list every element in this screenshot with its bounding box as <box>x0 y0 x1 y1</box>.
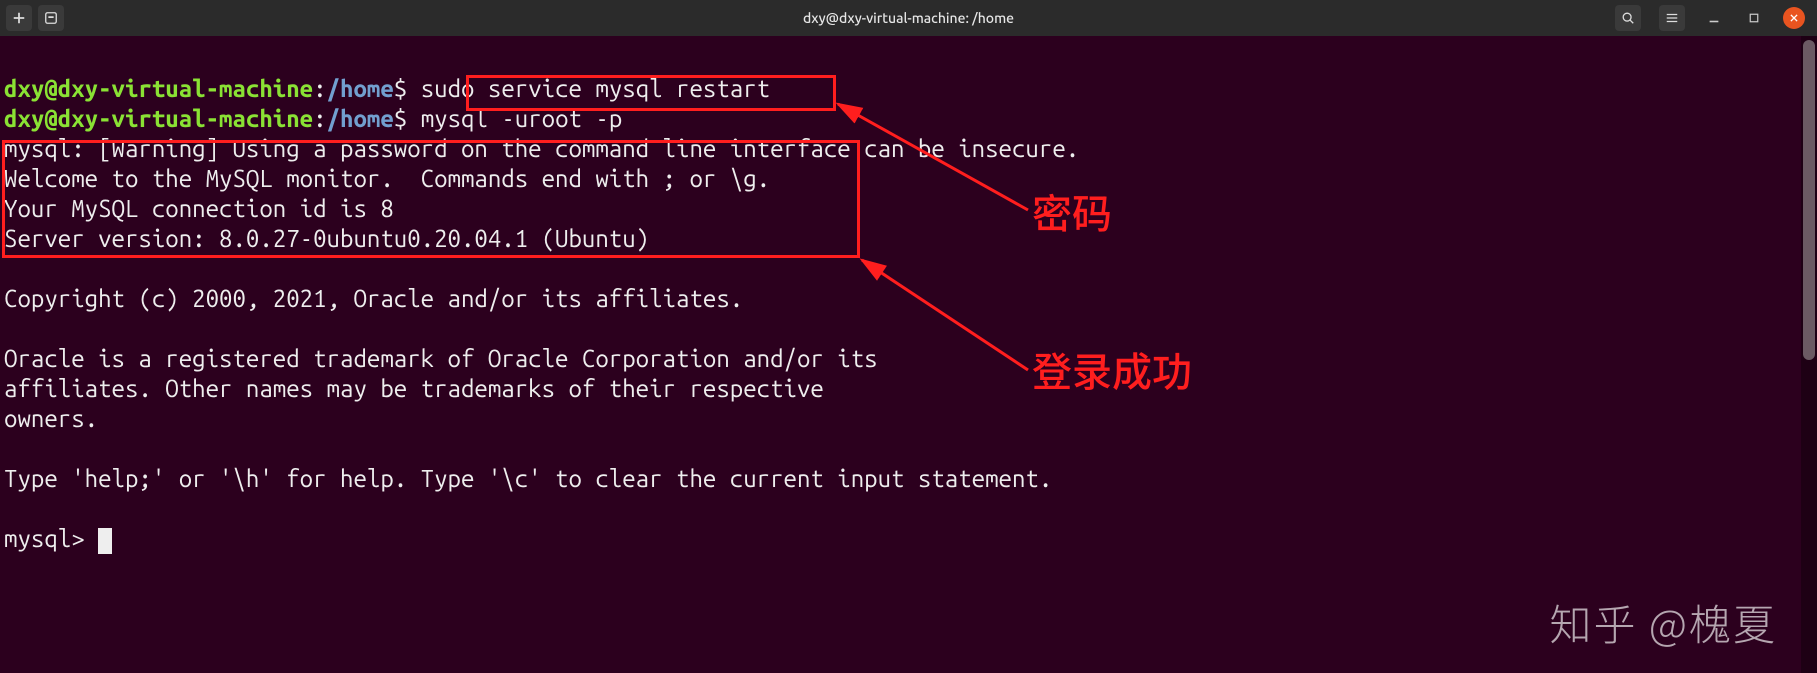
watermark: 知乎 @槐夏 <box>1549 592 1777 653</box>
cursor-icon <box>98 528 112 554</box>
output-welcome: Welcome to the MySQL monitor. Commands e… <box>4 165 770 192</box>
command-1: sudo service mysql restart <box>421 75 770 102</box>
terminal-area[interactable]: dxy@dxy-virtual-machine:/home$ sudo serv… <box>0 36 1817 673</box>
prompt-line-1: dxy@dxy-virtual-machine:/home$ sudo serv… <box>4 75 770 102</box>
titlebar-right-controls <box>1615 5 1811 31</box>
prompt-userhost-2: dxy@dxy-virtual-machine <box>4 105 313 132</box>
search-button[interactable] <box>1615 5 1641 31</box>
prompt-sigil: $ <box>394 75 407 102</box>
annotation-label-password: 密码 <box>1032 182 1112 240</box>
mysql-prompt: mysql> <box>4 525 98 552</box>
scrollbar-thumb[interactable] <box>1803 40 1815 360</box>
prompt-path: /home <box>327 75 394 102</box>
output-tm-1: Oracle is a registered trademark of Orac… <box>4 345 878 372</box>
maximize-button[interactable] <box>1743 7 1765 29</box>
minimize-button[interactable] <box>1703 7 1725 29</box>
command-2: mysql -uroot -p <box>421 105 623 132</box>
output-tm-2: affiliates. Other names may be trademark… <box>4 375 824 402</box>
hamburger-menu-button[interactable] <box>1659 5 1685 31</box>
titlebar-icon-button[interactable] <box>38 5 64 31</box>
annotation-label-login-ok: 登录成功 <box>1032 340 1192 398</box>
output-warning: mysql: [Warning] Using a password on the… <box>4 135 1079 162</box>
scrollbar[interactable] <box>1801 36 1817 673</box>
prompt-colon: : <box>313 75 326 102</box>
output-connid: Your MySQL connection id is 8 <box>4 195 394 222</box>
window-title: dxy@dxy-virtual-machine: /home <box>0 10 1817 26</box>
close-button[interactable] <box>1783 7 1805 29</box>
titlebar-left-controls <box>6 5 64 31</box>
titlebar: dxy@dxy-virtual-machine: /home <box>0 0 1817 36</box>
prompt-line-2: dxy@dxy-virtual-machine:/home$ mysql -ur… <box>4 105 622 132</box>
output-serverver: Server version: 8.0.27-0ubuntu0.20.04.1 … <box>4 225 649 252</box>
output-copyright: Copyright (c) 2000, 2021, Oracle and/or … <box>4 285 743 312</box>
prompt-userhost: dxy@dxy-virtual-machine <box>4 75 313 102</box>
output-help: Type 'help;' or '\h' for help. Type '\c'… <box>4 465 1052 492</box>
new-tab-button[interactable] <box>6 5 32 31</box>
output-tm-3: owners. <box>4 405 98 432</box>
